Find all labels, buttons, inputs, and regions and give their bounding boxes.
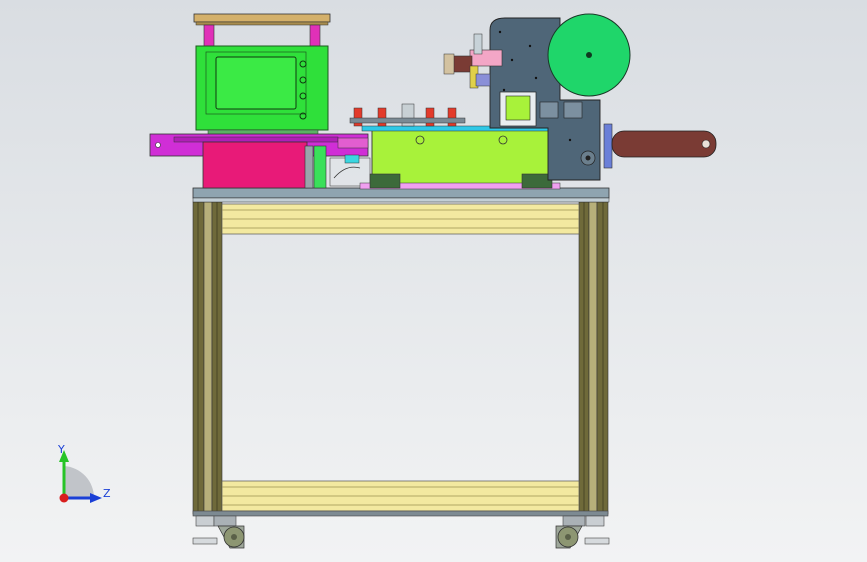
grey-column (304, 145, 314, 189)
controller-assembly (193, 13, 331, 136)
right-caster (555, 515, 610, 549)
label-reel (547, 13, 631, 97)
z-axis-label: Z (103, 487, 111, 500)
magenta-block (202, 141, 308, 189)
green-side-plate (313, 145, 327, 189)
table-frame (192, 201, 609, 517)
support-block-right (521, 173, 553, 189)
feeder-pins (349, 103, 466, 127)
z-axis-arrow (90, 493, 102, 503)
brown-arm (603, 123, 717, 169)
cable-bracket (329, 154, 371, 187)
support-block-left (369, 173, 401, 189)
triad-plane-wedge (64, 466, 95, 498)
table-top-edge (192, 197, 610, 203)
cad-viewport[interactable]: Y Z (0, 0, 867, 562)
coordinate-triad: Y Z (57, 443, 111, 503)
y-axis-label: Y (57, 443, 65, 456)
left-caster (192, 515, 245, 549)
triad-origin (59, 493, 69, 503)
table-top-plate (192, 187, 610, 199)
